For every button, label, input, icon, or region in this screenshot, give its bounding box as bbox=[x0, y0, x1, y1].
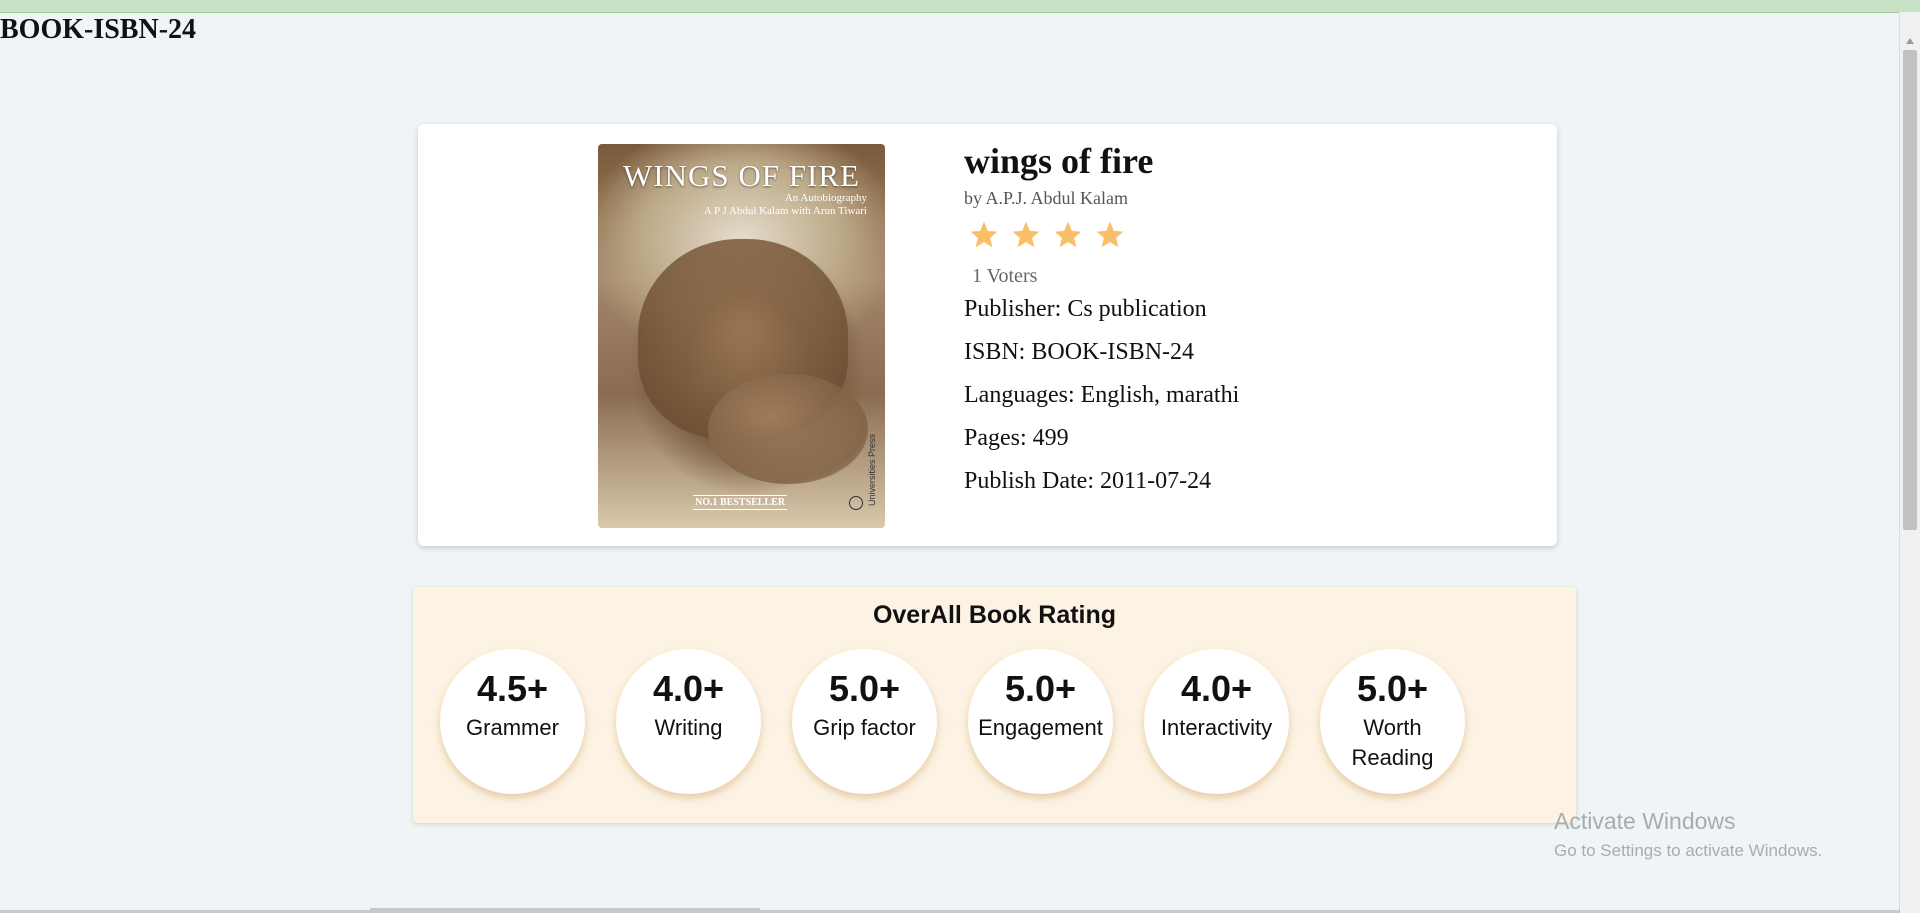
rating-circle-engagement: 5.0+ Engagement bbox=[968, 649, 1113, 794]
book-pages: Pages: 499 bbox=[964, 425, 1069, 451]
book-details-card: WINGS OF FIRE An Autobiography A P J Abd… bbox=[418, 124, 1557, 546]
book-info: wings of fire by A.P.J. Abdul Kalam 1 Vo… bbox=[964, 140, 1239, 495]
rating-label: Interactivity bbox=[1160, 714, 1273, 740]
star-icon[interactable] bbox=[968, 219, 1000, 251]
cover-authors: A P J Abdul Kalam with Arun Tiwari bbox=[703, 205, 867, 217]
cover-portrait-hand bbox=[708, 374, 868, 484]
book-title: wings of fire bbox=[964, 141, 1154, 181]
star-icon[interactable] bbox=[1010, 219, 1042, 251]
cover-publisher: Universities Press bbox=[867, 433, 877, 506]
book-publish-date: Publish Date: 2011-07-24 bbox=[964, 468, 1212, 494]
book-isbn: ISBN: BOOK-ISBN-24 bbox=[964, 339, 1195, 365]
book-cover-image: WINGS OF FIRE An Autobiography A P J Abd… bbox=[598, 144, 885, 528]
rating-score: 5.0+ bbox=[1004, 668, 1077, 709]
rating-label: Writing bbox=[654, 714, 723, 740]
overall-rating-panel: OverAll Book Rating 4.5+ Grammer 4.0+ Wr… bbox=[413, 587, 1576, 823]
rating-label: Engagement bbox=[978, 714, 1103, 740]
vertical-scrollbar[interactable] bbox=[1899, 12, 1920, 913]
windows-activation-watermark: Activate Windows Go to Settings to activ… bbox=[1554, 808, 1822, 861]
rating-circles: 4.5+ Grammer 4.0+ Writing 5.0+ Grip fact… bbox=[440, 649, 1465, 794]
star-icon[interactable] bbox=[1094, 219, 1126, 251]
publisher-logo-icon bbox=[849, 496, 863, 510]
rating-label: Worth Reading bbox=[1351, 714, 1434, 771]
cover-bestseller-badge: NO.1 BESTSELLER bbox=[693, 495, 788, 510]
book-languages: Languages: English, marathi bbox=[964, 382, 1240, 408]
rating-circle-grip-factor: 5.0+ Grip factor bbox=[792, 649, 937, 794]
watermark-line-1: Activate Windows bbox=[1554, 808, 1736, 834]
page-title: BOOK-ISBN-24 bbox=[0, 14, 197, 45]
scroll-up-arrow-icon[interactable] bbox=[1906, 38, 1914, 44]
scrollbar-thumb[interactable] bbox=[1903, 50, 1917, 530]
rating-score: 5.0+ bbox=[828, 668, 901, 709]
browser-top-bar bbox=[0, 0, 1920, 13]
rating-circle-interactivity: 4.0+ Interactivity bbox=[1144, 649, 1289, 794]
watermark-line-2: Go to Settings to activate Windows. bbox=[1554, 841, 1823, 860]
book-publisher: Publisher: Cs publication bbox=[964, 296, 1207, 322]
star-icon[interactable] bbox=[1052, 219, 1084, 251]
rating-score: 4.0+ bbox=[652, 668, 725, 709]
rating-score: 4.5+ bbox=[476, 668, 549, 709]
rating-circle-writing: 4.0+ Writing bbox=[616, 649, 761, 794]
voters-count: 1 Voters bbox=[972, 265, 1038, 287]
horizontal-scrollbar-thumb[interactable] bbox=[370, 908, 760, 913]
rating-heading: OverAll Book Rating bbox=[872, 601, 1117, 629]
cover-subtitle: An Autobiography bbox=[784, 192, 867, 204]
book-author: by A.P.J. Abdul Kalam bbox=[964, 188, 1129, 208]
rating-score: 5.0+ bbox=[1356, 668, 1429, 709]
star-rating bbox=[964, 219, 1239, 251]
rating-label: Grammer bbox=[466, 714, 559, 740]
rating-score: 4.0+ bbox=[1180, 668, 1253, 709]
rating-circle-worth-reading: 5.0+ Worth Reading bbox=[1320, 649, 1465, 794]
cover-title: WINGS OF FIRE bbox=[623, 158, 860, 193]
rating-circle-grammer: 4.5+ Grammer bbox=[440, 649, 585, 794]
rating-label: Grip factor bbox=[813, 714, 916, 740]
